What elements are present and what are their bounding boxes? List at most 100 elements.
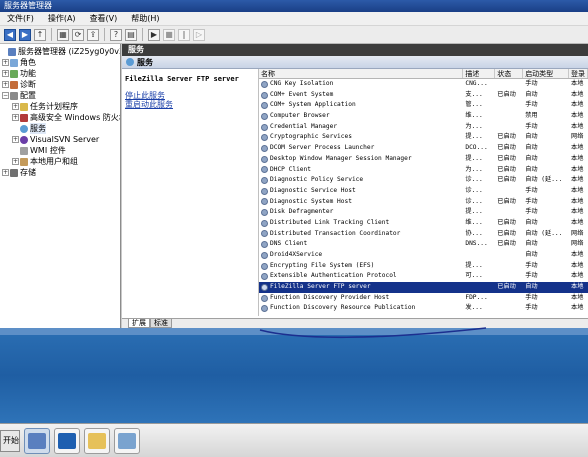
expand-icon[interactable]: + — [12, 103, 19, 110]
tree-item-diagnostics[interactable]: + 诊断 — [0, 79, 120, 90]
expand-icon[interactable]: + — [12, 158, 19, 165]
service-row[interactable]: Computer Browser 维... 禁用 本地 — [259, 111, 588, 122]
collapse-icon[interactable]: − — [2, 92, 9, 99]
service-row[interactable]: Function Discovery Provider Host FDP... 手动… — [259, 293, 588, 304]
tree-item-wmi-control[interactable]: WMI 控件 — [0, 145, 120, 156]
service-startup-type: 自动 — [525, 165, 538, 173]
expand-icon[interactable]: + — [12, 114, 19, 121]
service-row[interactable]: DCOM Server Process Launcher DCO... 已启动 自动 本… — [259, 143, 588, 154]
stop-service-link[interactable]: 停止此服务 — [125, 91, 254, 100]
tree-item-roles[interactable]: + 角色 — [0, 57, 120, 68]
expand-icon[interactable]: + — [2, 70, 9, 77]
expand-icon[interactable]: + — [2, 81, 9, 88]
column-status[interactable]: 状态 — [495, 69, 524, 78]
service-name: Distributed Link Tracking Client — [259, 218, 463, 229]
properties-icon[interactable]: ▤ — [125, 28, 137, 41]
view-tabs: 扩展 标准 — [122, 318, 588, 328]
menu-help[interactable]: 帮助(H) — [124, 13, 166, 24]
refresh-icon[interactable]: ⟳ — [72, 28, 84, 41]
service-row[interactable]: Extensible Authentication Protocol 可... 手动… — [259, 271, 588, 282]
tab-standard[interactable]: 标准 — [150, 319, 172, 328]
tab-extended[interactable]: 扩展 — [128, 319, 150, 328]
service-gear-icon — [261, 166, 268, 174]
menu-file[interactable]: 文件(F) — [0, 13, 41, 24]
column-logon[interactable]: 登录 — [569, 69, 588, 78]
service-row[interactable]: CNG Key Isolation CNG... 手动 本地 — [259, 79, 588, 90]
export-icon[interactable]: ⇪ — [87, 28, 99, 41]
service-description: 提... — [465, 208, 483, 216]
tree-item-label: 任务计划程序 — [30, 102, 78, 111]
service-status — [495, 261, 523, 272]
local-users-icon — [20, 157, 28, 166]
taskbar-app[interactable] — [114, 427, 140, 454]
service-description: 维... — [465, 112, 483, 120]
tree-item-features[interactable]: + 功能 — [0, 68, 120, 79]
expand-icon[interactable]: + — [2, 169, 9, 176]
restart-service-icon[interactable]: ▷ — [193, 28, 205, 41]
service-name: DNS Client — [259, 239, 463, 250]
menu-bar: 文件(F) 操作(A) 查看(V) 帮助(H) — [0, 12, 588, 26]
service-row[interactable]: COM+ System Application 管... 手动 本地 — [259, 100, 588, 111]
services-title-bar: 服务 — [122, 56, 588, 69]
pause-service-icon[interactable]: ‖ — [178, 28, 190, 41]
service-row[interactable]: DHCP Client 为... 已启动 自动 本地 — [259, 165, 588, 176]
taskbar-powershell[interactable] — [54, 427, 80, 454]
service-row[interactable]: Distributed Link Tracking Client 维... 已启动 自… — [259, 218, 588, 229]
tree-item-label: VisualSVN Server — [30, 135, 100, 144]
storage-icon — [10, 168, 18, 177]
service-row[interactable]: Distributed Transaction Coordinator 协... 已… — [259, 229, 588, 240]
service-logon: 本地 — [571, 197, 584, 205]
show-tree-icon[interactable]: ▦ — [57, 28, 69, 41]
tree-item-configuration[interactable]: − 配置 — [0, 90, 120, 101]
service-row[interactable]: Diagnostic Service Host 诊... 手动 本地 — [259, 186, 588, 197]
tree-item-task-scheduler[interactable]: + 任务计划程序 — [0, 101, 120, 112]
service-description: FDP... — [465, 293, 488, 301]
service-logon: 本地 — [571, 144, 584, 152]
stop-service-icon[interactable]: ■ — [163, 28, 175, 41]
menu-action[interactable]: 操作(A) — [41, 13, 83, 24]
service-description: 提... — [465, 154, 483, 162]
service-name-text: Droid4XService — [270, 251, 323, 258]
service-row[interactable]: Cryptographic Services 提... 已启动 自动 网络 — [259, 132, 588, 143]
service-row[interactable]: Encrypting File System (EFS) 提... 手动 本地 — [259, 261, 588, 272]
service-row[interactable]: Desktop Window Manager Session Manager 提.… — [259, 154, 588, 165]
expand-icon[interactable]: + — [2, 59, 9, 66]
service-row[interactable]: Droid4XService 自动 本地 — [259, 250, 588, 261]
tree-item-visualsvn[interactable]: + VisualSVN Server — [0, 134, 120, 145]
service-row[interactable]: Diagnostic Policy Service 诊... 已启动 自动 (延...… — [259, 175, 588, 186]
up-icon[interactable]: ↑ — [34, 28, 46, 41]
service-row[interactable]: Function Discovery Resource Publication 发… — [259, 303, 588, 314]
tree-item-services[interactable]: 服务 — [0, 123, 120, 134]
tree-item-local-users[interactable]: + 本地用户和组 — [0, 156, 120, 167]
help-icon[interactable]: ? — [110, 28, 122, 41]
service-name-text: Computer Browser — [270, 112, 330, 120]
back-icon[interactable]: ◀ — [4, 28, 16, 41]
start-service-icon[interactable]: ▶ — [148, 28, 160, 41]
service-row[interactable]: FileZilla Server FTP server 已启动 自动 本地 — [259, 282, 588, 293]
service-row[interactable]: Disk Defragmenter 提... 手动 本地 — [259, 207, 588, 218]
service-name: Desktop Window Manager Session Manager — [259, 154, 463, 165]
service-row[interactable]: Credential Manager 为... 手动 本地 — [259, 122, 588, 133]
service-description: 提... — [465, 261, 483, 269]
column-name[interactable]: 名称 — [259, 69, 464, 78]
service-name-text: Function Discovery Resource Publication — [270, 304, 416, 312]
service-status: 已启动 — [497, 283, 516, 291]
taskbar-server-manager[interactable] — [24, 427, 50, 454]
tree-item-firewall[interactable]: + 高级安全 Windows 防火墙 — [0, 112, 120, 123]
taskbar-explorer[interactable] — [84, 427, 110, 454]
service-status: 已启动 — [497, 144, 516, 152]
tree-item-storage[interactable]: + 存储 — [0, 167, 120, 178]
service-row[interactable]: DNS Client DNS... 已启动 自动 网络 — [259, 239, 588, 250]
column-description[interactable]: 描述 — [463, 69, 496, 78]
tree-root[interactable]: 服务器管理器 (iZ25yg0y0v3Z) — [0, 46, 120, 57]
column-startup-type[interactable]: 启动类型 — [523, 69, 570, 78]
forward-icon[interactable]: ▶ — [19, 28, 31, 41]
expand-icon[interactable]: + — [12, 136, 19, 143]
service-name: Distributed Transaction Coordinator — [259, 229, 463, 240]
start-button[interactable]: 开始 — [0, 429, 20, 452]
service-row[interactable]: Diagnostic System Host 诊... 已启动 手动 本地 — [259, 197, 588, 208]
menu-view[interactable]: 查看(V) — [83, 13, 125, 24]
restart-service-link[interactable]: 重启动此服务 — [125, 100, 254, 109]
service-row[interactable]: COM+ Event System 支... 已启动 自动 本地 — [259, 90, 588, 101]
service-description: DCO... — [465, 144, 488, 152]
